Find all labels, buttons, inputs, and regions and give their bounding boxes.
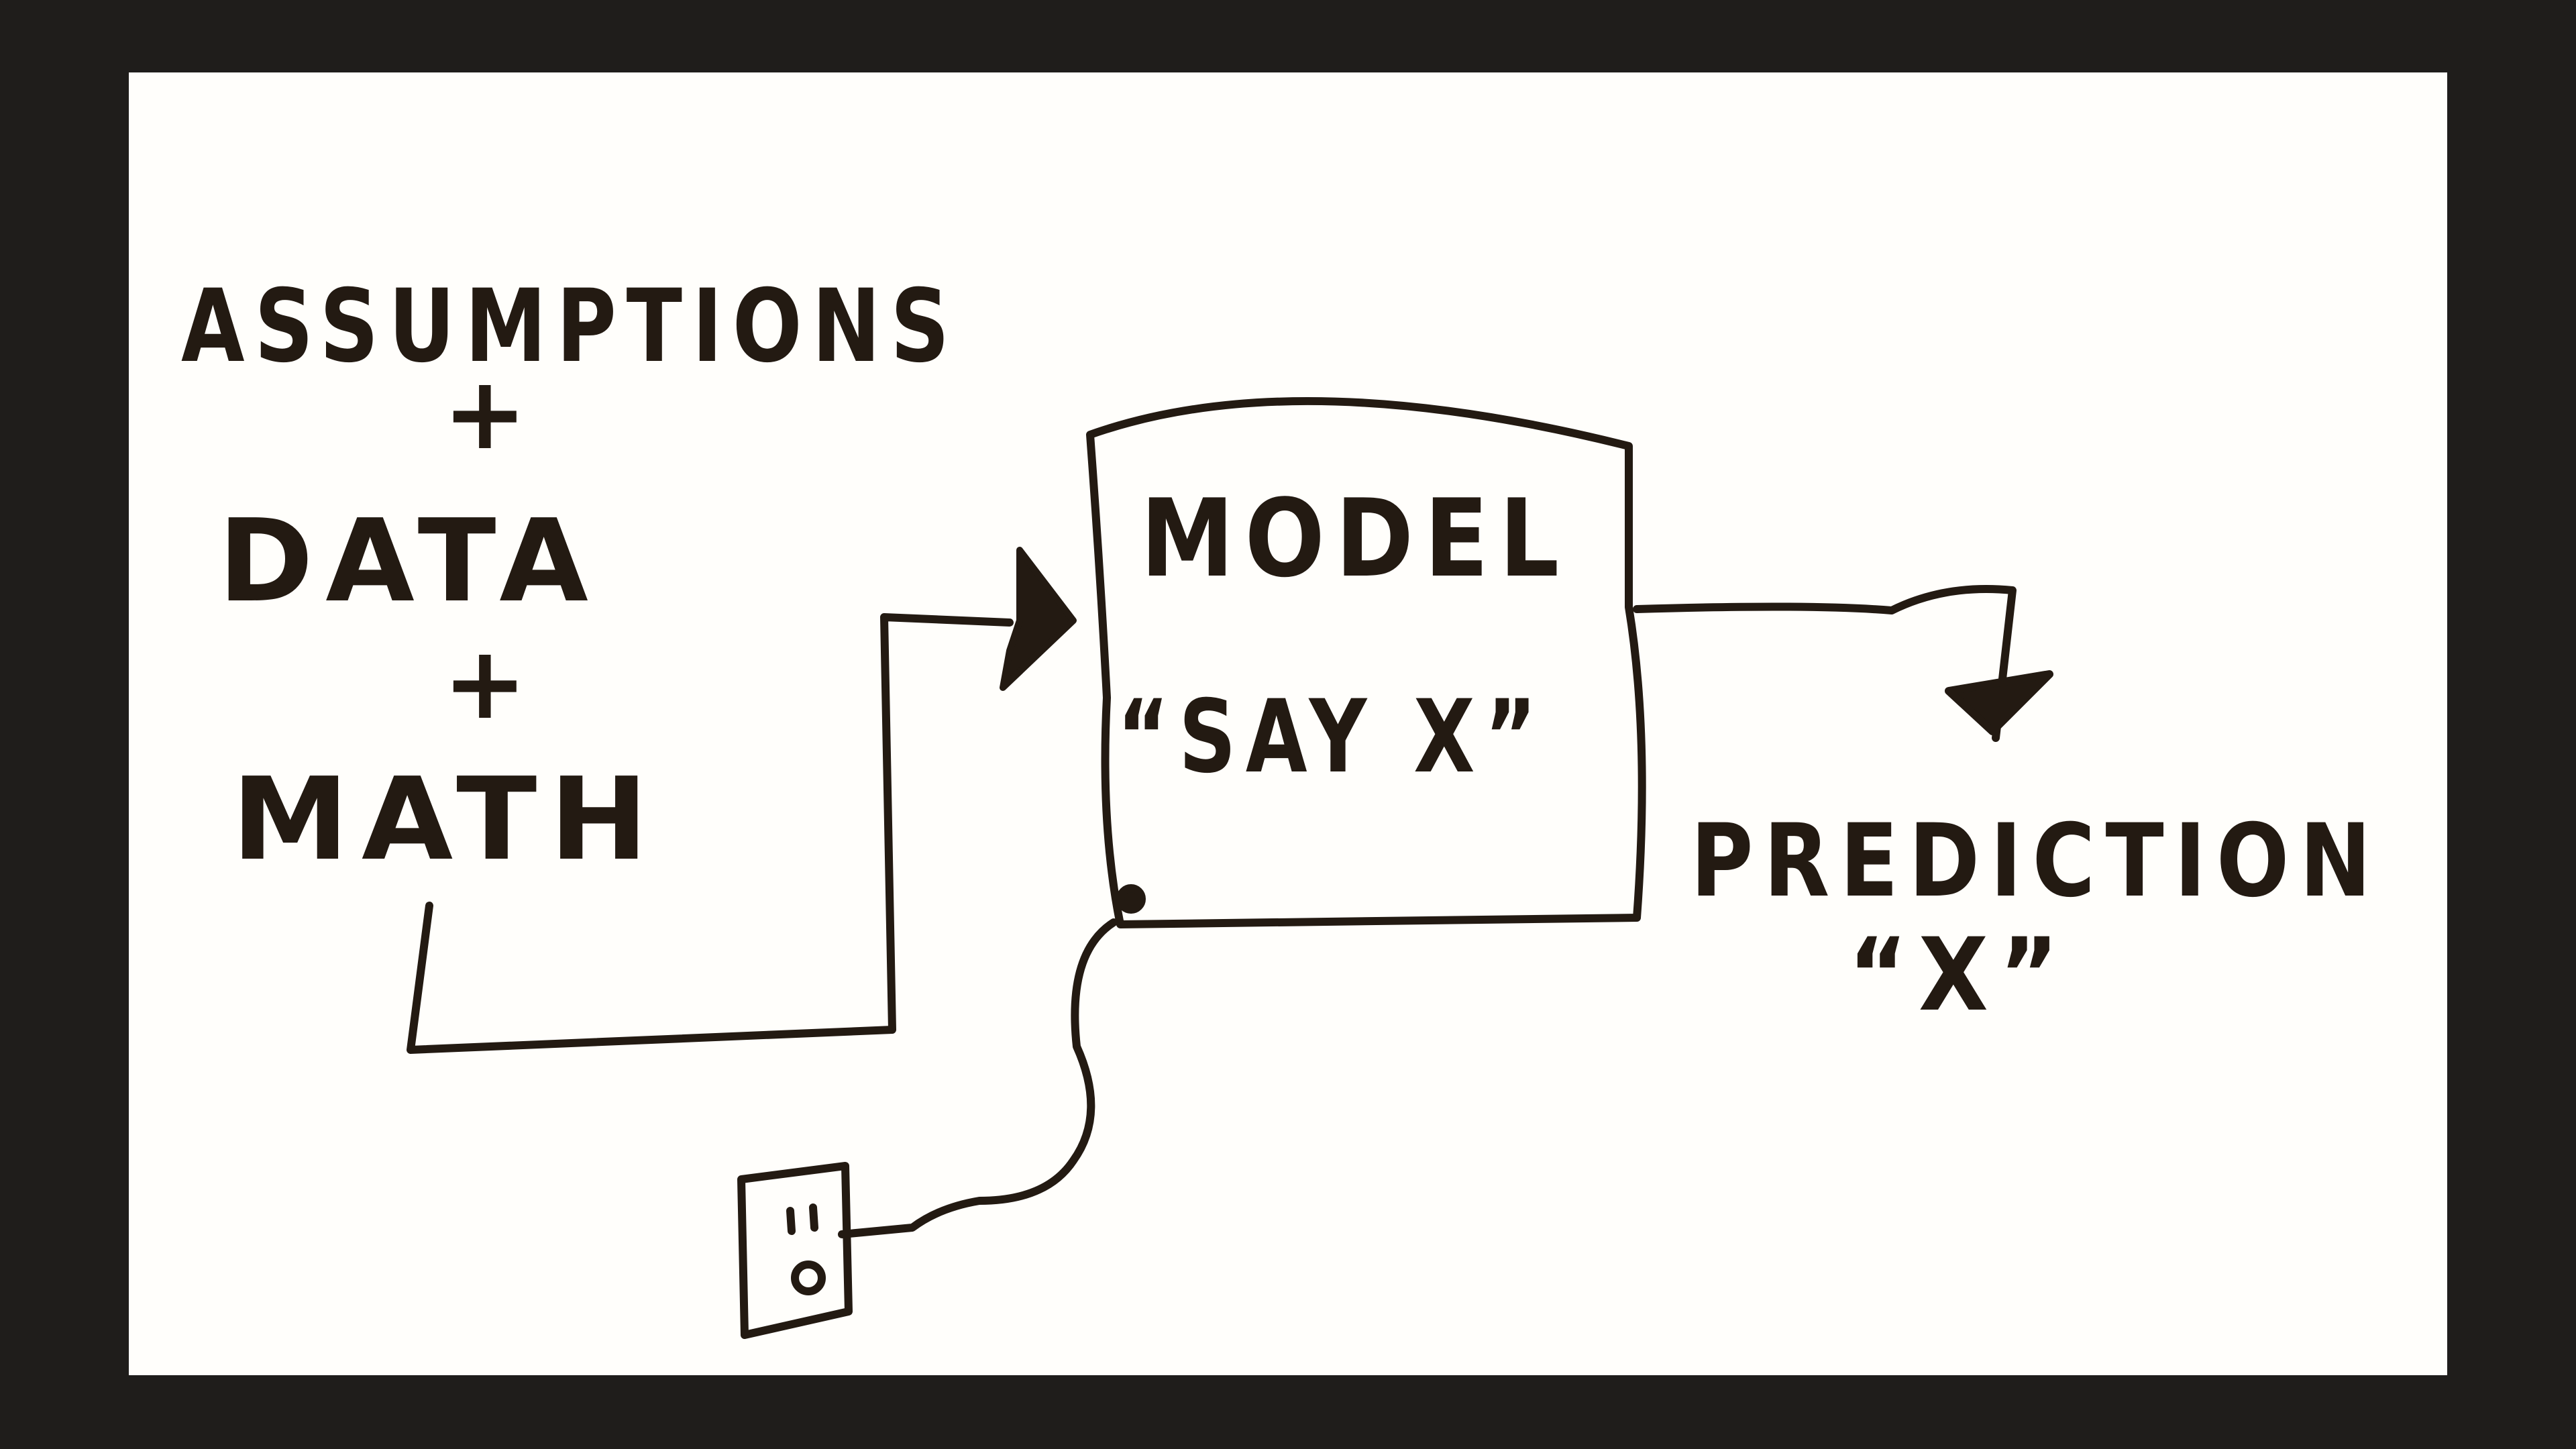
data-label: DATA <box>218 495 600 628</box>
arrow-into-model-icon <box>1000 547 1077 691</box>
plus-sign-1: + <box>443 356 539 472</box>
sketch-diagram: ASSUMPTIONS + DATA + MATH MODEL “SAY X” … <box>181 268 2381 1339</box>
assumptions-label: ASSUMPTIONS <box>181 268 959 385</box>
math-label: MATH <box>231 753 661 886</box>
prediction-label: PREDICTION <box>1690 803 2381 920</box>
video-frame: ASSUMPTIONS + DATA + MATH MODEL “SAY X” … <box>0 0 2576 1449</box>
plus-sign-2: + <box>443 625 539 742</box>
power-cord <box>838 918 1118 1238</box>
prediction-value: “X” <box>1848 917 2070 1034</box>
arrow-to-prediction-icon <box>1945 670 2053 735</box>
model-title: MODEL <box>1140 476 1570 601</box>
model-instruction: “SAY X” <box>1117 679 1546 796</box>
output-connector-line <box>1633 585 2017 742</box>
